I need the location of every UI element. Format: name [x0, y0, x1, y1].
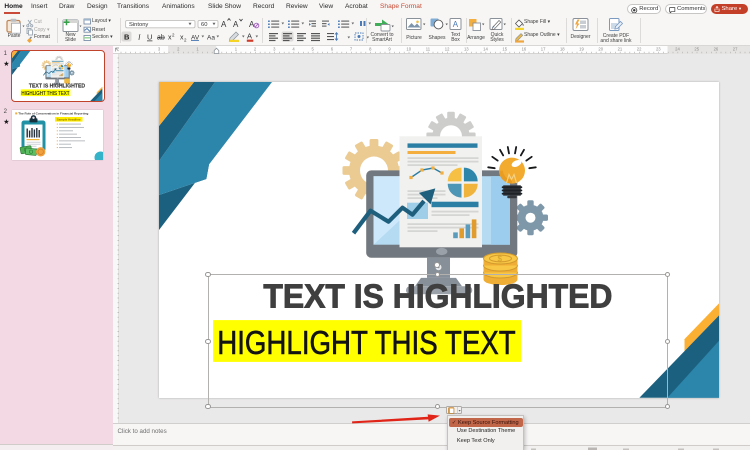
svg-text:16: 16 [521, 47, 526, 52]
svg-text:The Role of Conservatism in Fi: The Role of Conservatism in Financial Re… [18, 111, 88, 115]
svg-text:3: 3 [273, 47, 276, 52]
svg-text:Sample Headline: Sample Headline [57, 117, 81, 121]
svg-text:18: 18 [559, 47, 564, 52]
svg-text:Sintony: Sintony [129, 22, 148, 28]
svg-text:14: 14 [483, 47, 488, 52]
svg-text:23: 23 [655, 47, 660, 52]
svg-text:12: 12 [444, 47, 449, 52]
svg-text:ab: ab [157, 35, 165, 42]
svg-text:19: 19 [579, 47, 584, 52]
svg-text:1: 1 [234, 47, 237, 52]
svg-text:20: 20 [598, 47, 603, 52]
svg-text:26: 26 [713, 47, 718, 52]
svg-text:2: 2 [184, 38, 187, 43]
svg-text:A: A [247, 32, 252, 41]
svg-text:25: 25 [694, 47, 699, 52]
svg-text:10: 10 [406, 47, 411, 52]
svg-text:A: A [453, 20, 459, 29]
svg-text:HIGHLIGHT THIS TEXT: HIGHLIGHT THIS TEXT [217, 324, 515, 361]
svg-text:8: 8 [369, 47, 372, 52]
svg-text:13: 13 [463, 47, 468, 52]
svg-text:24: 24 [675, 47, 680, 52]
svg-text:17: 17 [540, 47, 545, 52]
svg-text:3: 3 [157, 47, 160, 52]
svg-text:9: 9 [388, 47, 391, 52]
svg-text:U: U [147, 33, 152, 42]
svg-text:5: 5 [311, 47, 314, 52]
svg-text:TEXT IS HIGHLIGHTED: TEXT IS HIGHLIGHTED [263, 277, 612, 314]
svg-text:27: 27 [732, 47, 737, 52]
svg-text:2: 2 [253, 47, 256, 52]
svg-text:4: 4 [292, 47, 295, 52]
svg-text:A: A [233, 20, 239, 29]
svg-text:Aa: Aa [207, 35, 215, 42]
svg-text:B: B [124, 33, 130, 42]
svg-text:60: 60 [201, 22, 207, 28]
svg-text:$: $ [497, 254, 502, 263]
svg-text:21: 21 [617, 47, 622, 52]
svg-text:6: 6 [330, 47, 333, 52]
svg-text:11: 11 [425, 47, 430, 52]
svg-text:I: I [137, 33, 141, 42]
svg-text:7: 7 [349, 47, 352, 52]
svg-text:22: 22 [636, 47, 641, 52]
svg-text:2: 2 [172, 33, 175, 38]
svg-text:A: A [221, 20, 227, 29]
svg-text:15: 15 [502, 47, 507, 52]
